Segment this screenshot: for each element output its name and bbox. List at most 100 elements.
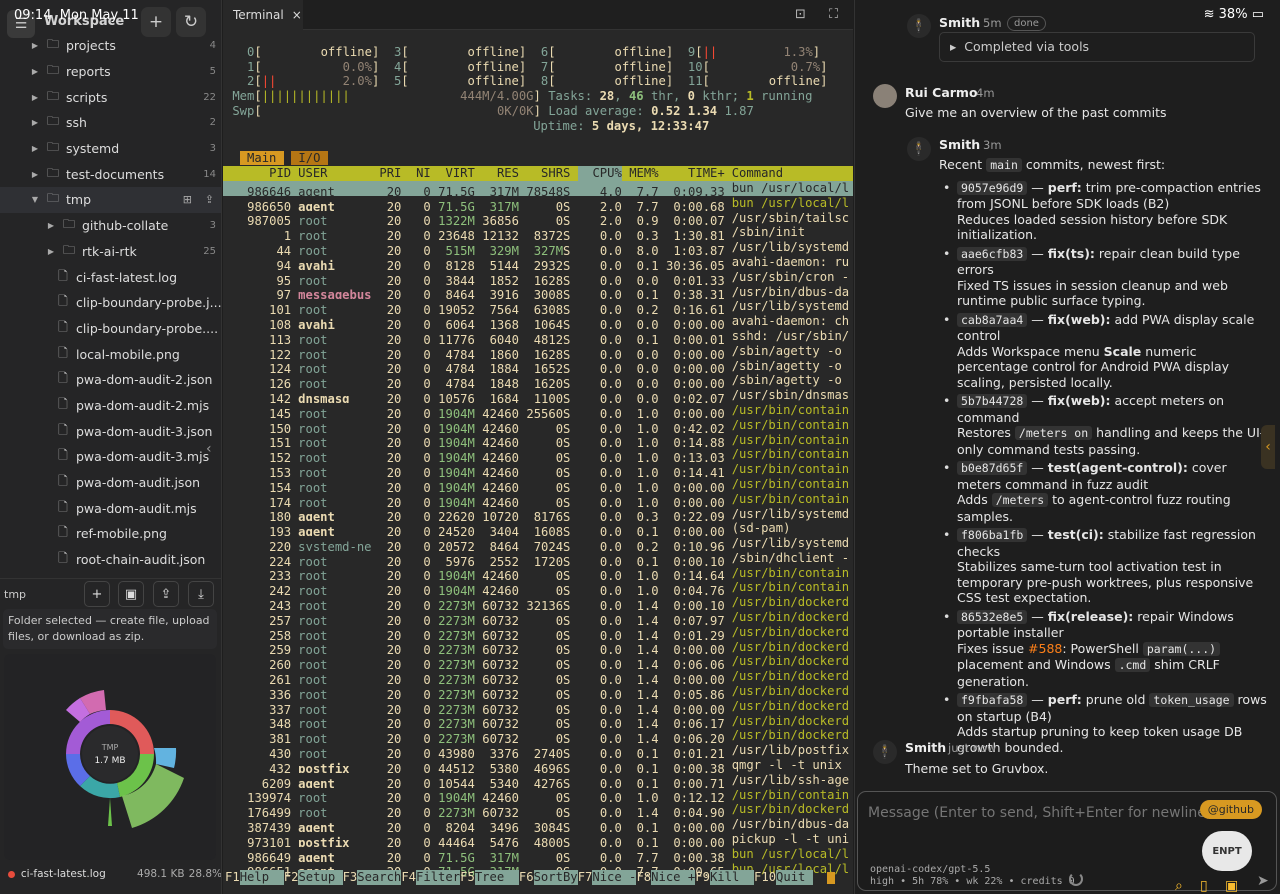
column-header[interactable]: PRI xyxy=(372,166,401,181)
file-icon[interactable]: ▯ xyxy=(1200,878,1208,894)
tree-item[interactable]: 🗋 pwa-dom-audit.mjs xyxy=(0,495,221,521)
process-row[interactable]: 97 messagebus 20 0 8464 3916 3008S 0.0 0.1 0:38.3… xyxy=(223,285,853,300)
fkey-button[interactable]: Nice - xyxy=(592,870,637,885)
new-folder-icon[interactable]: ⊞ xyxy=(183,193,192,206)
process-row[interactable]: 145 root 20 0 1904M 42460 25560S 0.0 1.0 0:00.00 /… xyxy=(223,403,853,418)
fkey-button[interactable]: Filter xyxy=(416,870,461,885)
column-header[interactable]: TIME+ xyxy=(659,166,725,181)
tree-item[interactable]: 🗋 pwa-dom-audit-2.mjs xyxy=(0,393,221,419)
keyboard-button[interactable]: ENPT xyxy=(1202,831,1252,871)
process-row[interactable]: 139974 root 20 0 1904M 42460 0S 0.0 1.0 0:12.12/u… xyxy=(223,788,853,803)
process-row[interactable]: 987005 root 20 0 1322M 36856 0S 2.0 0.9 0:00.07/u… xyxy=(223,211,853,226)
sunburst-chart[interactable]: TMP 1.7 MB xyxy=(4,654,216,860)
fkey-button[interactable]: Kill xyxy=(709,870,755,885)
process-row[interactable]: 122 root 20 0 4784 1860 1628S 0.0 0.0 0:00.00/sbi… xyxy=(223,344,853,359)
commit-hash[interactable]: f9fbafa58 xyxy=(957,693,1028,707)
process-row[interactable]: 142 dnsmasq 20 0 10576 1684 1100S 0.0 0.0 0:02.07… xyxy=(223,388,853,403)
search-icon[interactable]: ⌕ xyxy=(1175,878,1183,894)
tree-item[interactable]: ▶ 🗀 rtk-ai-rtk 25 xyxy=(0,239,221,265)
process-row[interactable]: 260 root 20 0 2273M 60732 0S 0.0 1.4 0:06.06/usr/… xyxy=(223,654,853,669)
fkey-button[interactable]: SortBy xyxy=(533,870,578,885)
process-row[interactable]: 348 root 20 0 2273M 60732 0S 0.0 1.4 0:06.17/usr/… xyxy=(223,714,853,729)
process-row[interactable]: 259 root 20 0 2273M 60732 0S 0.0 1.4 0:00.00/usr/… xyxy=(223,640,853,655)
fkey-button[interactable]: Search xyxy=(357,870,402,885)
process-row[interactable]: 986649 agent 20 0 71.5G 317M 0S 0.0 7.7 0:00.38 bu… xyxy=(223,847,853,862)
commit-hash[interactable]: aae6cfb83 xyxy=(957,246,1028,261)
column-header[interactable]: PID xyxy=(225,166,291,181)
tree-item[interactable]: ▶ 🗀 systemd 3 xyxy=(0,136,221,162)
terminal-pane[interactable]: Terminal × ⊡ ⛶ 0[offline] 3[offline] 6[o… xyxy=(223,0,853,894)
tab-io[interactable]: I/O xyxy=(291,151,328,166)
process-row[interactable]: 174 root 20 0 1904M 42460 0S 0.0 1.0 0:00.00/usr/… xyxy=(223,492,853,507)
process-row[interactable]: 430 root 20 0 43980 3376 2740S 0.0 0.1 0:01.21/us… xyxy=(223,743,853,758)
column-header[interactable]: S xyxy=(563,166,578,181)
commit-hash[interactable]: f806ba1fb xyxy=(957,528,1028,542)
upload-icon[interactable]: ⇪ xyxy=(153,581,179,607)
tree-item[interactable]: ▶ 🗀 test-documents 14 xyxy=(0,161,221,187)
process-row[interactable]: 124 root 20 0 4784 1884 1652S 0.0 0.0 0:00.00/sbi… xyxy=(223,359,853,374)
tree-item[interactable]: 🗋 ci-fast-latest.log xyxy=(0,264,221,290)
upload-icon[interactable]: ⇪ xyxy=(205,193,214,206)
column-header[interactable]: USER xyxy=(291,166,372,181)
process-row[interactable]: 94 avahi 20 0 8128 5144 2932S 0.0 0.1 30:36.05 ava… xyxy=(223,255,853,270)
process-row[interactable]: 152 root 20 0 1904M 42460 0S 0.0 1.0 0:13.03/usr/… xyxy=(223,447,853,462)
process-row[interactable]: 6209 agent 20 0 10544 5340 4276S 0.0 0.1 0:00.71 /… xyxy=(223,773,853,788)
column-header[interactable]: MEM% xyxy=(622,166,658,181)
message-input[interactable] xyxy=(868,802,1208,824)
fkey-button[interactable]: Setup xyxy=(298,870,343,885)
process-row[interactable]: 243 root 20 0 2273M 60732 32136S 0.0 1.4 0:00.10 /… xyxy=(223,595,853,610)
close-icon[interactable]: × xyxy=(292,8,302,22)
github-chip[interactable]: @github xyxy=(1199,800,1262,819)
column-header[interactable]: Command xyxy=(725,166,850,181)
list-item[interactable]: ci-fast-latest.log 498.1 KB 28.8% xyxy=(0,866,221,882)
process-row[interactable]: 126 root 20 0 4784 1848 1620S 0.0 0.0 0:00.00/sbi… xyxy=(223,373,853,388)
process-row[interactable]: 432 postfix 20 0 44512 5380 4696S 0.0 0.1 0:00.38… xyxy=(223,758,853,773)
tree-item[interactable]: ▶ 🗀 scripts 22 xyxy=(0,84,221,110)
tree-item[interactable]: ▶ 🗀 ssh 2 xyxy=(0,110,221,136)
process-row[interactable]: 44 root 20 0 515M 329M 327MS 0.0 8.0 1:03.87/usr/… xyxy=(223,240,853,255)
terminal-icon[interactable]: ⊡ xyxy=(795,7,806,22)
tree-item[interactable]: ▼ 🗀 tmp ⊞ ⇪ xyxy=(0,187,221,213)
tree-item[interactable]: 🗋 ref-mobile.png xyxy=(0,521,221,547)
process-row[interactable]: 95 root 20 0 3844 1852 1628S 0.0 0.0 0:01.33/usr/… xyxy=(223,270,853,285)
process-row[interactable]: 101 root 20 0 19052 7564 6308S 0.0 0.2 0:16.61/us… xyxy=(223,299,853,314)
fkey-button[interactable]: Quit xyxy=(776,870,813,885)
process-row[interactable]: 387439 agent 20 0 8204 3496 3084S 0.0 0.1 0:00.00… xyxy=(223,817,853,832)
tree-item[interactable]: ▶ 🗀 github-collate 3 xyxy=(0,213,221,239)
tab-terminal[interactable]: Terminal × xyxy=(223,0,303,30)
send-icon[interactable]: ➤ xyxy=(1257,873,1275,889)
process-row[interactable]: 108 avahi 20 0 6064 1368 1064S 0.0 0.0 0:00.00 ava… xyxy=(223,314,853,329)
fkey-button[interactable]: Nice + xyxy=(651,870,696,885)
column-header[interactable]: SHR xyxy=(519,166,563,181)
process-row[interactable]: 986646 agent 20 0 71.5G 317M 78548S 4.0 7.7 0:09.… xyxy=(223,180,853,196)
process-row[interactable]: 233 root 20 0 1904M 42460 0S 0.0 1.0 0:14.64/usr/… xyxy=(223,566,853,581)
process-row[interactable]: 973101 postfix 20 0 44464 5476 4800S 0.0 0.1 0:00… xyxy=(223,832,853,847)
process-row[interactable]: 261 root 20 0 2273M 60732 0S 0.0 1.4 0:00.00/usr/… xyxy=(223,669,853,684)
process-row[interactable]: 242 root 20 0 1904M 42460 0S 0.0 1.0 0:04.76/usr/… xyxy=(223,580,853,595)
model-label[interactable]: openai-codex/gpt-5.5 xyxy=(870,864,990,875)
fullscreen-icon[interactable]: ⛶ xyxy=(829,7,838,22)
process-row[interactable]: 220 systemd-ne 20 0 20572 8464 7024S 0.0 0.2 0:10… xyxy=(223,536,853,551)
commit-hash[interactable]: cab8a7aa4 xyxy=(957,312,1028,327)
tools-collapsible[interactable]: ▸ Completed via tools xyxy=(939,32,1255,62)
tree-item[interactable]: 🗋 pwa-dom-audit-2.json xyxy=(0,367,221,393)
tree-item[interactable]: ▶ 🗀 projects 4 xyxy=(0,33,221,59)
commit-hash[interactable]: 9057e96d9 xyxy=(957,180,1028,195)
process-row[interactable]: 151 root 20 0 1904M 42460 0S 0.0 1.0 0:14.88/usr/… xyxy=(223,433,853,448)
process-row[interactable]: 257 root 20 0 2273M 60732 0S 0.0 1.4 0:07.97/usr/… xyxy=(223,610,853,625)
process-row[interactable]: 381 root 20 0 2273M 60732 0S 0.0 1.4 0:06.20/usr/… xyxy=(223,728,853,743)
process-row[interactable]: 337 root 20 0 2273M 60732 0S 0.0 1.4 0:00.00/usr/… xyxy=(223,699,853,714)
column-header[interactable]: CPU% xyxy=(577,166,622,181)
column-header[interactable]: NI xyxy=(401,166,431,181)
tree-item[interactable]: 🗋 clip-boundary-probe.j... xyxy=(0,290,221,316)
tree-item[interactable]: 🗋 local-mobile.png xyxy=(0,341,221,367)
process-row[interactable]: 336 root 20 0 2273M 60732 0S 0.0 1.4 0:05.86/usr/… xyxy=(223,684,853,699)
issue-link[interactable]: #588 xyxy=(1028,641,1062,656)
process-row[interactable]: 224 root 20 0 5976 2552 1720S 0.0 0.1 0:00.10/sbi… xyxy=(223,551,853,566)
process-row[interactable]: 193 agent 20 0 24520 3404 1608S 0.0 0.1 0:00.00 (s… xyxy=(223,521,853,536)
commit-hash[interactable]: b0e87d65f xyxy=(957,461,1028,475)
commit-hash[interactable]: 86532e8e5 xyxy=(957,609,1028,624)
image-icon[interactable]: ▣ xyxy=(1225,878,1238,894)
process-row[interactable]: 258 root 20 0 2273M 60732 0S 0.0 1.4 0:01.29/usr/… xyxy=(223,625,853,640)
tree-item[interactable]: 🗋 pwa-dom-audit-3.mjs xyxy=(0,444,221,470)
